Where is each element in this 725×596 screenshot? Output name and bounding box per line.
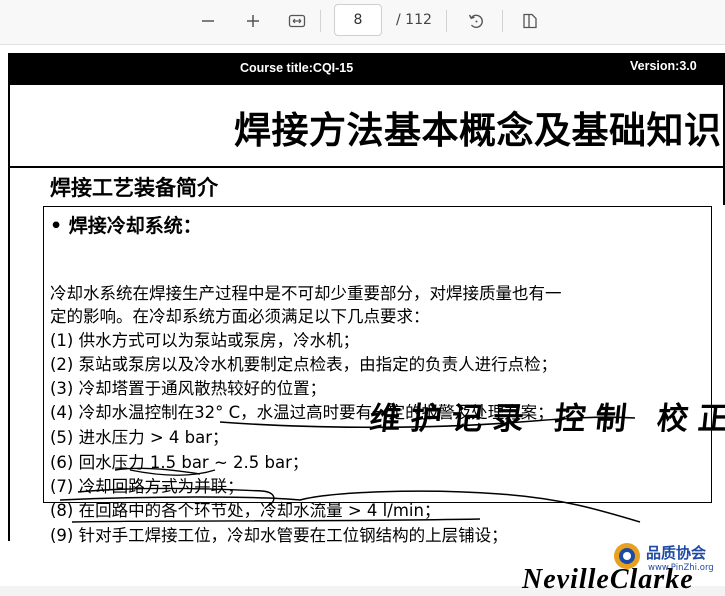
list-item: (3) 冷却塔置于通风散热较好的位置； xyxy=(50,379,327,398)
list-item: (5) 进水压力 > 4 bar； xyxy=(50,428,229,447)
handwritten-note: 维护记录 控制 校正 xyxy=(367,401,725,437)
rotate-icon xyxy=(468,14,483,28)
list-item: (7) 冷却回路方式为并联； xyxy=(50,477,244,496)
intro-line: 定的影响。在冷却系统方面必须满足以下几点要求： xyxy=(50,307,430,326)
fit-width-button[interactable] xyxy=(283,8,311,34)
slide-header-bar: Course title:CQI-15 Version:3.0 xyxy=(8,53,725,85)
rotate-button[interactable] xyxy=(462,8,490,34)
list-item: (1) 供水方式可以为泵站或泵房，冷水机； xyxy=(50,331,360,350)
pdf-toolbar: / 112 xyxy=(0,0,725,45)
toolbar-separator xyxy=(446,10,447,32)
zoom-in-button[interactable] xyxy=(239,8,267,34)
toolbar-separator xyxy=(502,10,503,32)
course-title: Course title:CQI-15 xyxy=(240,61,354,75)
page-view-icon xyxy=(523,13,537,29)
page-view-button[interactable] xyxy=(516,8,544,34)
intro-line: 冷却水系统在焊接生产过程中是不可却少重要部分，对焊接质量也有一 xyxy=(50,284,562,303)
list-item: (2) 泵站或泵房以及冷水机要制定点检表，由指定的负责人进行点检； xyxy=(50,355,558,374)
footer-logo-text: NevilleClarke xyxy=(522,564,694,595)
list-item: (9) 针对手工焊接工位，冷却水管要在工位钢结构的上层铺设； xyxy=(50,526,508,545)
zoom-out-button[interactable] xyxy=(194,8,222,34)
page-total: / 112 xyxy=(396,12,432,28)
version-label: Version:3.0 xyxy=(630,59,697,73)
bullet-title: • 焊接冷却系统： xyxy=(50,215,202,237)
minus-icon xyxy=(202,20,214,22)
list-item: (6) 回水压力 1.5 bar ~ 2.5 bar； xyxy=(50,453,309,472)
title-divider xyxy=(8,166,723,168)
list-item: (8) 在回路中的各个环节处，冷却水流量 > 4 l/min； xyxy=(50,501,441,520)
slide-left-border xyxy=(8,85,10,541)
plus-icon xyxy=(247,15,259,27)
slide-main-title: 焊接方法基本概念及基础知识 xyxy=(234,109,722,152)
page-number-input[interactable] xyxy=(334,4,382,36)
fit-width-icon xyxy=(288,14,306,28)
toolbar-separator xyxy=(320,10,321,32)
section-title: 焊接工艺装备简介 xyxy=(50,176,218,200)
watermark-name: 品质协会 xyxy=(646,544,707,562)
